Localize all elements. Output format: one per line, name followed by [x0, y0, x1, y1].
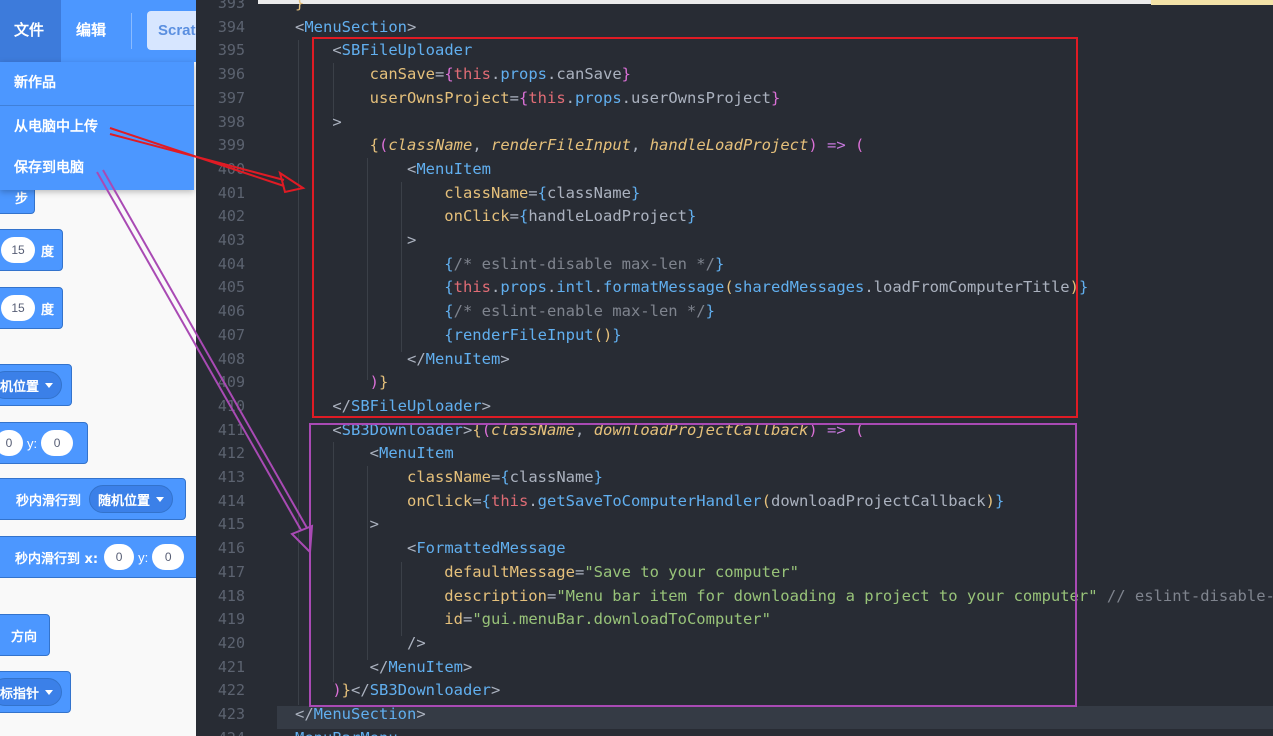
caret-down-icon	[45, 382, 54, 388]
code-line[interactable]: 394 <MenuSection>	[196, 16, 1273, 40]
dropdown-label: 机位置	[0, 379, 40, 395]
target-dropdown[interactable]: 标指针	[0, 678, 63, 706]
menu-bar: 文件 编辑 Scratch	[0, 0, 196, 62]
y-label: y:	[27, 435, 38, 451]
line-number: 407	[217, 325, 245, 344]
menu-file[interactable]: 文件	[0, 0, 61, 62]
block-label: 步	[14, 191, 28, 207]
menu-divider	[131, 13, 132, 49]
line-number: 399	[217, 136, 245, 155]
target-dropdown[interactable]: 随机位置	[89, 485, 174, 513]
code-token: }	[295, 0, 305, 12]
code-token: MenuSection	[304, 17, 407, 36]
line-number: 402	[217, 207, 245, 226]
degrees-input[interactable]: 15	[1, 237, 35, 263]
line-number: 403	[217, 231, 245, 249]
line-number: 422	[217, 681, 245, 700]
line-number: 419	[217, 610, 245, 629]
line-number: 393	[217, 0, 245, 12]
block-label: 度	[41, 302, 55, 318]
line-number: 418	[217, 586, 245, 605]
code-token: <	[295, 17, 305, 36]
line-number: 397	[217, 88, 245, 107]
code-text: }	[295, 0, 304, 16]
line-number: 396	[217, 65, 245, 84]
code-token: }	[1078, 278, 1089, 297]
dropdown-label: 标指针	[0, 686, 40, 702]
code-token: >	[407, 17, 417, 36]
degrees-input[interactable]: 15	[1, 295, 35, 321]
menu-edit[interactable]: 编辑	[62, 0, 124, 62]
y-input[interactable]: 0	[41, 430, 74, 456]
line-number: 423	[217, 705, 245, 723]
block-point-towards[interactable]: 标指针	[0, 671, 71, 713]
y-label: y:	[138, 549, 149, 565]
scratch-gui: 步 15 度 15 度 机位置 0 y: 0 秒内滑行到 随机位置 秒内滑行到 …	[0, 0, 196, 736]
line-number: 424	[196, 727, 245, 736]
dropdown-label: 随机位置	[98, 493, 151, 509]
highlight-box-download	[309, 423, 1077, 707]
menu-item-load-from-computer[interactable]: 从电脑中上传	[0, 105, 194, 148]
block-go-to[interactable]: 机位置	[0, 364, 72, 406]
caret-down-icon	[156, 496, 165, 502]
line-number: 411	[217, 420, 245, 439]
line-number: 404	[217, 254, 245, 273]
line-number: 421	[217, 657, 245, 676]
line-number: 414	[217, 491, 245, 510]
block-label: 秒内滑行到 x:	[15, 551, 99, 567]
line-number: 405	[217, 278, 245, 297]
block-point-direction[interactable]: 方向	[0, 614, 50, 656]
code-line[interactable]: 393}	[196, 0, 1273, 16]
code-text: MenuBarMenu	[295, 727, 398, 736]
block-label: 秒内滑行到	[16, 493, 82, 509]
file-dropdown: 新作品 从电脑中上传 保存到电脑	[0, 62, 194, 190]
block-glide-to[interactable]: 秒内滑行到 随机位置	[0, 478, 186, 520]
line-number: 410	[217, 396, 245, 415]
code-token: >	[416, 705, 426, 723]
line-number: 417	[217, 562, 245, 581]
code-token: MenuSection	[313, 705, 417, 723]
block-turn-left[interactable]: 15 度	[0, 287, 63, 329]
line-number: 415	[217, 515, 245, 534]
line-number: 400	[217, 159, 245, 178]
code-token: // eslint-disable-line max-len	[1106, 586, 1273, 605]
line-number: 401	[217, 183, 245, 202]
project-title-input[interactable]: Scratch	[147, 11, 196, 50]
line-number: 413	[217, 468, 245, 486]
highlight-box-upload	[312, 37, 1078, 418]
menu-item-save-to-computer[interactable]: 保存到电脑	[0, 147, 194, 190]
line-number: 412	[217, 444, 245, 463]
x-input[interactable]: 0	[104, 544, 135, 570]
block-label: 度	[41, 244, 55, 260]
block-turn-right[interactable]: 15 度	[0, 229, 63, 271]
menu-item-new[interactable]: 新作品	[0, 62, 194, 105]
block-go-to-xy[interactable]: 0 y: 0	[0, 422, 88, 464]
code-token: </	[295, 705, 314, 723]
line-number: 416	[217, 539, 245, 558]
code-token: MenuBarMenu	[295, 729, 398, 736]
line-number: 406	[217, 302, 245, 321]
block-label: 方向	[11, 629, 38, 645]
line-number: 420	[217, 633, 245, 652]
line-number: 408	[217, 349, 245, 368]
line-number: 409	[217, 373, 245, 392]
target-dropdown[interactable]: 机位置	[0, 371, 63, 399]
line-number: 398	[217, 112, 245, 131]
code-line[interactable]: 424 MenuBarMenu	[196, 727, 1273, 736]
line-number: 395	[217, 41, 245, 60]
line-number: 394	[217, 17, 245, 36]
block-glide-to-xy[interactable]: 秒内滑行到 x: 0 y: 0	[0, 536, 196, 578]
x-input[interactable]: 0	[0, 430, 23, 456]
code-text: <MenuSection>	[295, 16, 416, 40]
caret-down-icon	[45, 689, 54, 695]
y-input[interactable]: 0	[152, 544, 185, 570]
